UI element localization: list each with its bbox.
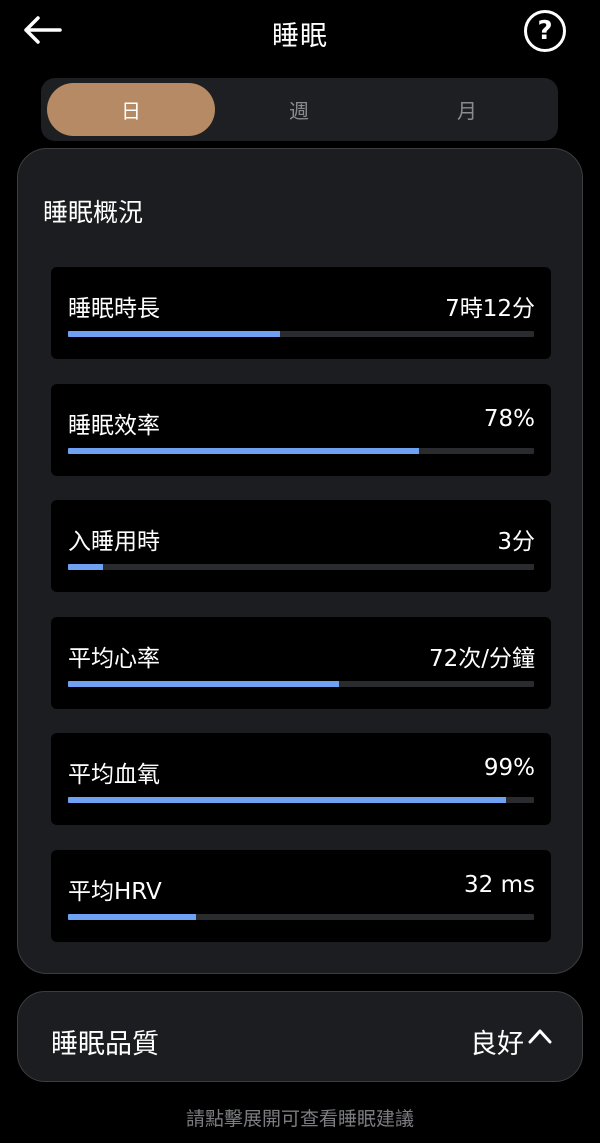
metric-sleep-efficiency[interactable]: 睡眠效率 78% (51, 384, 551, 476)
metric-value: 99% (483, 755, 535, 781)
metric-average-hrv[interactable]: 平均HRV 32 ms (51, 850, 551, 942)
metric-value: 3分 (497, 529, 535, 555)
help-button[interactable]: ? (524, 10, 566, 52)
chevron-up-icon[interactable] (528, 1028, 552, 1044)
metric-progress-fill (68, 797, 507, 803)
sleep-advice-hint: 請點擊展開可查看睡眠建議 (185, 1108, 414, 1130)
metric-progress-track (68, 331, 534, 337)
metric-label: 睡眠時長 (68, 296, 160, 322)
metric-progress-fill (68, 914, 197, 920)
metric-value: 72次/分鐘 (428, 646, 535, 672)
tab-week[interactable]: 週 (215, 83, 383, 136)
metric-average-heart-rate[interactable]: 平均心率 72次/分鐘 (51, 617, 551, 709)
metric-label: 平均血氧 (68, 762, 160, 788)
metric-progress-track (68, 564, 534, 570)
sleep-quality-panel[interactable]: 睡眠品質 良好 (17, 991, 583, 1082)
metric-value: 78% (483, 406, 535, 432)
metric-progress-track (68, 681, 534, 687)
metric-progress-fill (68, 448, 419, 454)
tab-day[interactable]: 日 (47, 83, 215, 136)
tab-month[interactable]: 月 (383, 83, 551, 136)
metric-progress-fill (68, 331, 281, 337)
metric-label: 平均HRV (68, 879, 162, 905)
period-tabs: 日 週 月 (41, 78, 558, 141)
question-mark-icon: ? (537, 16, 553, 46)
sleep-overview-card: 睡眠概況 睡眠時長 7時12分 睡眠效率 78% 入睡用時 3分 平均心率 72… (17, 148, 583, 974)
metric-progress-fill (68, 564, 103, 570)
overview-title: 睡眠概況 (43, 198, 144, 227)
metric-value: 32 ms (464, 872, 535, 898)
sleep-quality-label: 睡眠品質 (51, 1029, 159, 1060)
metric-progress-track (68, 797, 534, 803)
metric-value: 7時12分 (445, 296, 535, 322)
metric-label: 入睡用時 (68, 529, 160, 555)
metric-sleep-duration[interactable]: 睡眠時長 7時12分 (51, 267, 551, 359)
metric-sleep-latency[interactable]: 入睡用時 3分 (51, 500, 551, 592)
page-title: 睡眠 (272, 21, 328, 52)
metric-average-blood-oxygen[interactable]: 平均血氧 99% (51, 733, 551, 825)
sleep-quality-value: 良好 (470, 1029, 524, 1060)
metric-label: 睡眠效率 (68, 413, 160, 439)
metric-progress-fill (68, 681, 340, 687)
metric-progress-track (68, 448, 534, 454)
metric-label: 平均心率 (68, 646, 160, 672)
metric-progress-track (68, 914, 534, 920)
app-header: 睡眠 ? (0, 0, 600, 64)
